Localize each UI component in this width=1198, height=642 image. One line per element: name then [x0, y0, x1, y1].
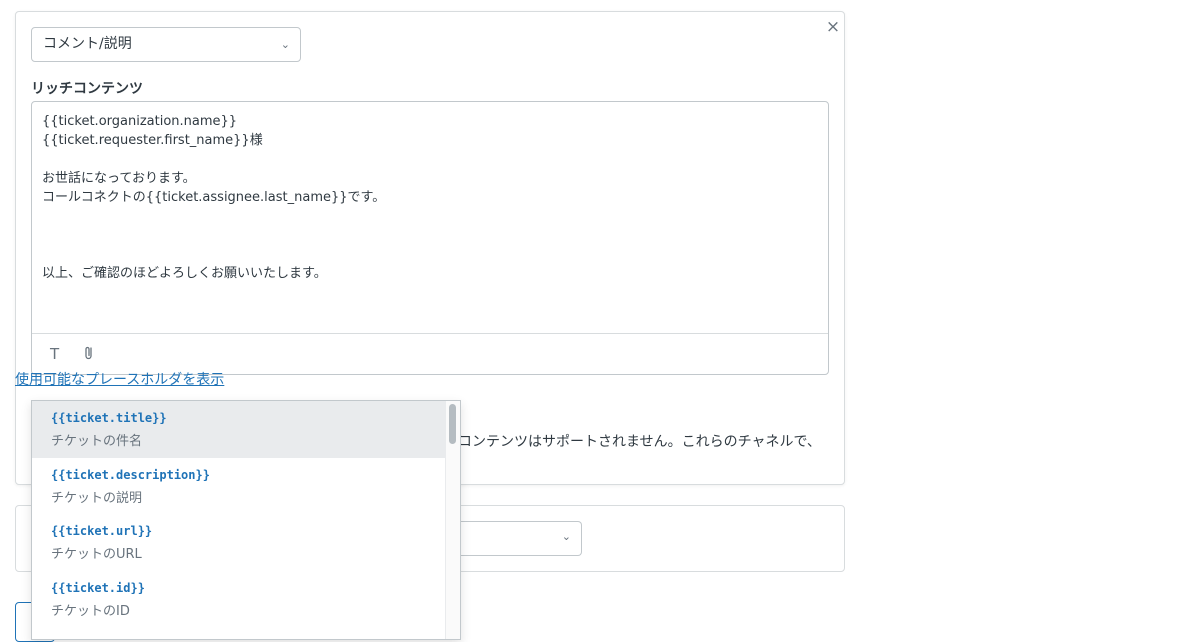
editor-line: 以上、ご確認のほどよろしくお願いいたします。: [42, 266, 327, 281]
channel-support-note: コンテンツはサポートされません。これらのチャネルで、: [458, 434, 821, 450]
placeholder-code: {{ticket.url}}: [51, 524, 153, 538]
rich-content-editor[interactable]: {{ticket.organization.name}} {{ticket.re…: [31, 101, 829, 375]
text-format-icon[interactable]: T: [50, 345, 59, 363]
chevron-down-icon: ⌄: [280, 38, 290, 51]
chevron-down-icon: ⌄: [561, 530, 571, 543]
placeholder-code: {{ticket.title}}: [51, 411, 167, 425]
placeholder-dropdown[interactable]: {{ticket.title}} チケットの件名 {{ticket.descri…: [31, 400, 461, 640]
placeholder-description: チケットのURL: [51, 547, 142, 562]
editor-toolbar: T: [32, 333, 828, 374]
placeholder-option[interactable]: {{ticket.url}} チケットのURL: [32, 514, 445, 571]
dropdown-scrollbar[interactable]: [445, 401, 460, 639]
attachment-icon[interactable]: [82, 345, 96, 365]
scrollbar-thumb[interactable]: [449, 404, 456, 444]
placeholder-option[interactable]: {{ticket.description}} チケットの説明: [32, 458, 445, 515]
editor-line: {{ticket.organization.name}}: [42, 114, 238, 129]
placeholder-description: チケットのID: [51, 604, 130, 619]
placeholder-description: チケットの説明: [51, 491, 143, 506]
rich-content-label: リッチコンテンツ: [31, 81, 143, 97]
editor-line: コールコネクトの{{ticket.assignee.last_name}}です。: [42, 190, 386, 205]
show-placeholders-link[interactable]: 使用可能なプレースホルダを表示: [15, 369, 224, 389]
secondary-select[interactable]: ⌄: [446, 521, 582, 556]
close-icon[interactable]: ×: [822, 16, 844, 38]
placeholder-code: {{ticket.description}}: [51, 468, 210, 482]
editor-line: お世話になっております。: [42, 171, 196, 186]
placeholder-code: {{ticket.id}}: [51, 581, 145, 595]
editor-body[interactable]: {{ticket.organization.name}} {{ticket.re…: [32, 102, 828, 333]
placeholder-description: チケットの件名: [51, 434, 143, 449]
placeholder-option[interactable]: {{ticket.title}} チケットの件名: [32, 401, 445, 458]
action-type-select[interactable]: コメント/説明 ⌄: [31, 27, 301, 62]
action-type-value: コメント/説明: [43, 36, 132, 52]
editor-line: {{ticket.requester.first_name}}様: [42, 133, 263, 148]
placeholder-option[interactable]: {{ticket.id}} チケットのID: [32, 571, 445, 628]
